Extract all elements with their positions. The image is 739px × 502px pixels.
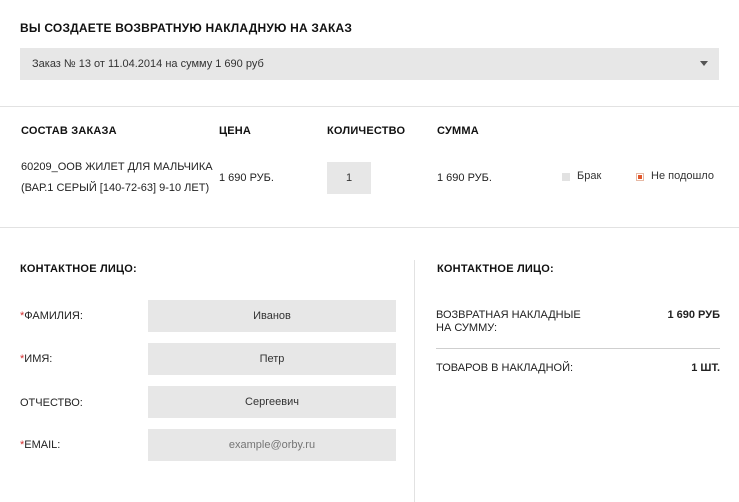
summary-heading: КОНТАКТНОЕ ЛИЦО: (437, 263, 554, 275)
col-header-sum: СУММА (437, 125, 479, 137)
quantity-input[interactable]: 1 (327, 162, 371, 194)
email-label: *EMAIL: (20, 439, 61, 451)
surname-label: *ФАМИЛИЯ: (20, 310, 83, 322)
item-name-line1: 60209_OOB ЖИЛЕТ ДЛЯ МАЛЬЧИКА (21, 161, 213, 173)
chevron-down-icon[interactable] (700, 61, 708, 66)
col-header-price: ЦЕНА (219, 125, 252, 137)
order-select[interactable]: Заказ № 13 от 11.04.2014 на сумму 1 690 … (20, 48, 719, 80)
col-header-quantity: КОЛИЧЕСТВО (327, 125, 406, 137)
items-label: ТОВАРОВ В НАКЛАДНОЙ: (436, 362, 574, 374)
reason-not-fit-checkbox[interactable] (636, 173, 644, 181)
patronymic-label: ОТЧЕСТВО: (20, 397, 83, 409)
reason-defect-checkbox[interactable] (562, 173, 570, 181)
reason-defect-option[interactable]: Брак (562, 170, 612, 184)
order-select-value: Заказ № 13 от 11.04.2014 на сумму 1 690 … (32, 58, 264, 70)
items-value: 1 ШТ. (691, 362, 720, 374)
email-field[interactable] (148, 429, 396, 461)
item-name-line2: (ВАР.1 СЕРЫЙ [140-72-63] 9-10 ЛЕТ) (21, 182, 210, 194)
item-sum: 1 690 РУБ. (437, 172, 492, 184)
total-label-line2: НА СУММУ: (436, 322, 498, 334)
total-label-line1: ВОЗВРАТНАЯ НАКЛАДНЫЕ (436, 309, 581, 321)
name-label: *ИМЯ: (20, 353, 53, 365)
reason-not-fit-label: Не подошло (651, 170, 714, 182)
col-header-composition: СОСТАВ ЗАКАЗА (21, 125, 117, 137)
contact-heading: КОНТАКТНОЕ ЛИЦО: (20, 263, 137, 275)
page-title: ВЫ СОЗДАЕТЕ ВОЗВРАТНУЮ НАКЛАДНУЮ НА ЗАКА… (20, 21, 353, 35)
summary-divider (436, 348, 720, 349)
reason-defect-label: Брак (577, 170, 602, 182)
name-field[interactable] (148, 343, 396, 375)
surname-field[interactable] (148, 300, 396, 332)
reason-not-fit-option[interactable]: Не подошло (636, 170, 726, 184)
divider-top (0, 106, 739, 107)
total-value: 1 690 РУБ (667, 309, 720, 321)
patronymic-field[interactable] (148, 386, 396, 418)
column-divider (414, 260, 415, 502)
item-price: 1 690 РУБ. (219, 172, 274, 184)
divider-middle (0, 227, 739, 228)
